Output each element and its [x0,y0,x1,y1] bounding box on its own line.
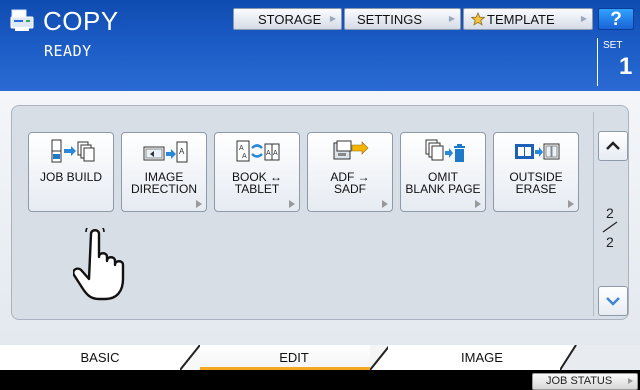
scroll-up-button[interactable] [598,131,628,161]
touch-hand-icon [73,228,125,301]
submenu-arrow-icon: ▶ [448,14,455,23]
function-label: OUTSIDE ERASE [509,170,563,196]
main-area: JOB BUILD A IMAGE DIRECTION A A A A BOOK… [0,91,640,345]
scroll-divider [593,112,594,316]
settings-button[interactable]: SETTINGS ▶ [344,8,461,30]
chevron-up-icon [606,141,620,150]
job-status-label: JOB STATUS [546,375,613,387]
function-label: BOOK ↔ TABLET [231,170,282,196]
tab-bar: BASIC EDIT IMAGE [0,345,640,370]
help-button[interactable]: ? [598,8,634,30]
image-direction-icon: A [143,141,188,163]
function-label: IMAGE DIRECTION [131,170,197,196]
book-tablet-icon: A A A A [236,140,280,162]
function-label: OMIT BLANK PAGE [405,170,481,196]
outside-erase-icon [515,143,560,160]
set-divider [597,38,598,86]
adf-sadf-button[interactable]: ADF → SADF [307,132,393,212]
submenu-arrow-icon [475,200,481,208]
adf-sadf-icon [333,140,369,160]
function-label: JOB BUILD [39,170,102,184]
svg-text:A: A [179,147,185,156]
omit-blank-page-icon [425,139,465,162]
outside-erase-button[interactable]: OUTSIDE ERASE [493,132,579,212]
settings-button-label: SETTINGS [357,11,423,27]
job-build-icon [51,139,95,163]
total-pages: 2 [606,234,614,250]
job-build-button[interactable]: JOB BUILD [28,132,114,212]
submenu-arrow-icon [196,200,202,208]
template-button-label: TEMPLATE [487,11,555,27]
tab-bar-end [560,345,640,370]
chevron-down-icon [606,297,620,306]
template-button[interactable]: TEMPLATE ▶ [463,8,593,30]
submenu-arrow-icon [382,200,388,208]
function-label: ADF → SADF [330,170,370,196]
tab-basic[interactable]: BASIC [0,345,200,370]
set-count: 1 [619,53,633,80]
image-direction-button[interactable]: A IMAGE DIRECTION [121,132,207,212]
set-label: SET [603,40,623,51]
svg-text:A: A [242,153,247,160]
omit-blank-page-button[interactable]: OMIT BLANK PAGE [400,132,486,212]
storage-button[interactable]: STORAGE ▶ [233,8,342,30]
machine-status: READY [44,42,92,60]
submenu-arrow-icon: ▶ [329,14,336,23]
submenu-arrow-icon [628,378,633,384]
submenu-arrow-icon: ▶ [580,14,587,23]
tab-edit-label: EDIT [279,350,309,365]
app-title: COPY [43,6,119,36]
storage-button-label: STORAGE [258,11,322,27]
submenu-arrow-icon [568,200,574,208]
submenu-arrow-icon [289,200,295,208]
header-bar: COPY READY STORAGE ▶ SETTINGS ▶ TEMPLATE… [0,0,640,91]
tab-basic-label: BASIC [80,350,120,365]
svg-text:A: A [273,150,278,157]
current-page: 2 [606,205,614,221]
copier-icon [10,9,34,31]
page-separator [602,221,618,233]
tab-image[interactable]: IMAGE [388,345,576,370]
scroll-down-button[interactable] [598,286,628,316]
book-tablet-button[interactable]: A A A A BOOK ↔ TABLET [214,132,300,212]
svg-text:A: A [266,150,271,157]
svg-text:A: A [239,145,244,152]
tab-image-label: IMAGE [461,350,503,365]
star-icon [471,12,485,26]
job-status-button[interactable]: JOB STATUS [532,373,638,390]
